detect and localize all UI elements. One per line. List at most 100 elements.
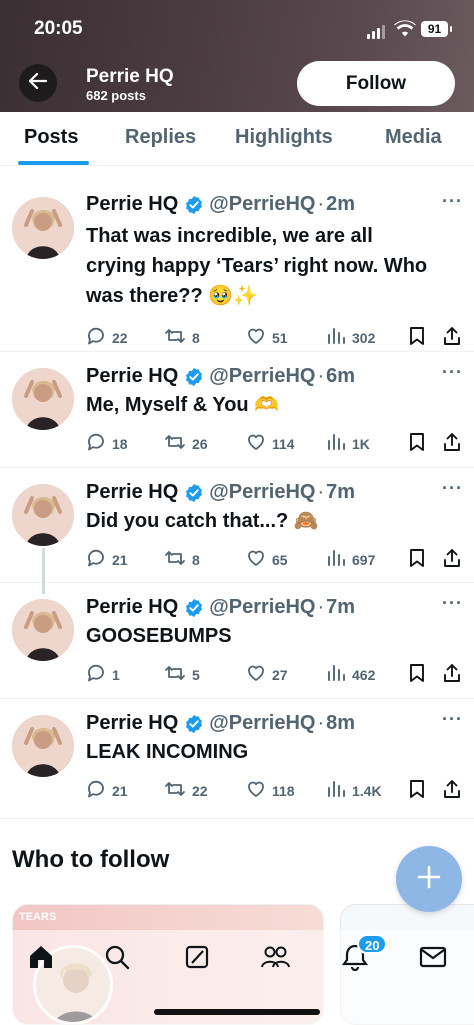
- post-timestamp[interactable]: 2m: [326, 193, 355, 216]
- post-text: GOOSEBUMPS: [86, 625, 232, 647]
- post-author-handle[interactable]: @PerrieHQ: [209, 193, 315, 216]
- share-button[interactable]: [442, 432, 462, 455]
- bookmark-button[interactable]: [408, 326, 426, 349]
- avatar[interactable]: [12, 368, 74, 430]
- post-text: That was incredible, we are all crying h…: [86, 225, 428, 307]
- more-icon[interactable]: ···: [442, 709, 463, 730]
- repost-icon: [164, 326, 186, 349]
- post[interactable]: Perrie HQ @PerrieHQ · 8m ··· LEAK INCOMI…: [0, 699, 474, 819]
- post-author-name[interactable]: Perrie HQ: [86, 712, 178, 735]
- reply-count: 18: [112, 435, 128, 452]
- bookmark-icon: [408, 548, 426, 571]
- search-icon: [104, 944, 130, 975]
- bookmark-icon: [408, 432, 426, 455]
- compose-button[interactable]: [396, 846, 462, 912]
- like-button[interactable]: 27: [246, 663, 288, 686]
- views-button[interactable]: 1K: [326, 432, 370, 455]
- thread-connector: [42, 548, 45, 594]
- profile-header-banner: 20:05 91 Perrie HQ 682 posts Follow: [0, 0, 474, 112]
- avatar[interactable]: [12, 197, 74, 259]
- like-button[interactable]: 51: [246, 326, 288, 349]
- post-actions: 18 26 114 1K: [86, 432, 466, 454]
- post-author-name[interactable]: Perrie HQ: [86, 481, 178, 504]
- more-icon[interactable]: ···: [442, 191, 463, 212]
- nav-grok[interactable]: [180, 942, 214, 976]
- post-author-handle[interactable]: @PerrieHQ: [209, 596, 315, 619]
- post-timestamp[interactable]: 8m: [326, 712, 355, 735]
- post[interactable]: Perrie HQ @PerrieHQ · 7m ··· GOOSEBUMPS …: [0, 583, 474, 699]
- more-icon[interactable]: ···: [442, 593, 463, 614]
- reply-count: 21: [112, 551, 128, 568]
- reply-button[interactable]: 1: [86, 663, 120, 686]
- post[interactable]: Perrie HQ @PerrieHQ · 7m ··· Did you cat…: [0, 468, 474, 583]
- post-timestamp[interactable]: 7m: [326, 596, 355, 619]
- reply-icon: [86, 326, 106, 349]
- share-button[interactable]: [442, 548, 462, 571]
- avatar[interactable]: [12, 599, 74, 661]
- card-banner-text: TEARS: [19, 911, 57, 923]
- share-button[interactable]: [442, 326, 462, 349]
- post[interactable]: Perrie HQ @PerrieHQ · 6m ··· Me, Myself …: [0, 352, 474, 468]
- share-button[interactable]: [442, 779, 462, 802]
- messages-icon: [419, 946, 447, 973]
- tab-replies[interactable]: Replies: [125, 126, 196, 149]
- reply-button[interactable]: 21: [86, 548, 128, 571]
- like-button[interactable]: 114: [246, 432, 295, 455]
- like-button[interactable]: 65: [246, 548, 288, 571]
- like-button[interactable]: 118: [246, 779, 295, 802]
- views-button[interactable]: 1.4K: [326, 779, 382, 802]
- post-timestamp[interactable]: 6m: [326, 365, 355, 388]
- repost-button[interactable]: 26: [164, 432, 208, 455]
- back-arrow-icon: [28, 72, 48, 94]
- share-button[interactable]: [442, 663, 462, 686]
- nav-messages[interactable]: [416, 942, 450, 976]
- reply-button[interactable]: 22: [86, 326, 128, 349]
- avatar[interactable]: [12, 715, 74, 777]
- more-icon[interactable]: ···: [442, 478, 463, 499]
- views-button[interactable]: 697: [326, 548, 375, 571]
- back-button[interactable]: [19, 64, 57, 102]
- compose-plus-icon: [417, 865, 441, 894]
- post-author-handle[interactable]: @PerrieHQ: [209, 365, 315, 388]
- post-author-name[interactable]: Perrie HQ: [86, 596, 178, 619]
- tab-highlights[interactable]: Highlights: [235, 126, 333, 149]
- verified-badge-icon: [184, 367, 204, 387]
- notifications-badge: 20: [357, 934, 388, 954]
- bookmark-button[interactable]: [408, 779, 426, 802]
- communities-icon: [260, 944, 290, 975]
- repost-button[interactable]: 8: [164, 548, 200, 571]
- post-author-name[interactable]: Perrie HQ: [86, 365, 178, 388]
- repost-button[interactable]: 22: [164, 779, 208, 802]
- bookmark-button[interactable]: [408, 432, 426, 455]
- nav-home[interactable]: [24, 942, 58, 976]
- like-count: 65: [272, 551, 288, 568]
- follow-button[interactable]: Follow: [297, 61, 455, 106]
- tab-media[interactable]: Media: [385, 126, 442, 149]
- reply-button[interactable]: 21: [86, 779, 128, 802]
- bookmark-button[interactable]: [408, 663, 426, 686]
- post-author-handle[interactable]: @PerrieHQ: [209, 712, 315, 735]
- share-icon: [442, 548, 462, 571]
- repost-icon: [164, 548, 186, 571]
- bookmark-icon: [408, 663, 426, 686]
- nav-search[interactable]: [100, 942, 134, 976]
- nav-communities[interactable]: [258, 942, 292, 976]
- bookmark-button[interactable]: [408, 548, 426, 571]
- views-button[interactable]: 462: [326, 663, 375, 686]
- view-count: 1.4K: [352, 782, 382, 799]
- post-text: Me, Myself & You 🫶: [86, 394, 280, 416]
- views-button[interactable]: 302: [326, 326, 375, 349]
- post-timestamp[interactable]: 7m: [326, 481, 355, 504]
- post[interactable]: Perrie HQ @PerrieHQ · 2m ··· That was in…: [0, 179, 474, 352]
- tab-posts[interactable]: Posts: [24, 126, 78, 149]
- repost-button[interactable]: 8: [164, 326, 200, 349]
- post-author-handle[interactable]: @PerrieHQ: [209, 481, 315, 504]
- bookmark-icon: [408, 779, 426, 802]
- reply-button[interactable]: 18: [86, 432, 128, 455]
- post-text: Did you catch that...? 🙈: [86, 510, 319, 532]
- more-icon[interactable]: ···: [442, 362, 463, 383]
- post-author-name[interactable]: Perrie HQ: [86, 193, 178, 216]
- avatar[interactable]: [12, 484, 74, 546]
- repost-button[interactable]: 5: [164, 663, 200, 686]
- post-actions: 21 22 118 1.4K: [86, 779, 466, 801]
